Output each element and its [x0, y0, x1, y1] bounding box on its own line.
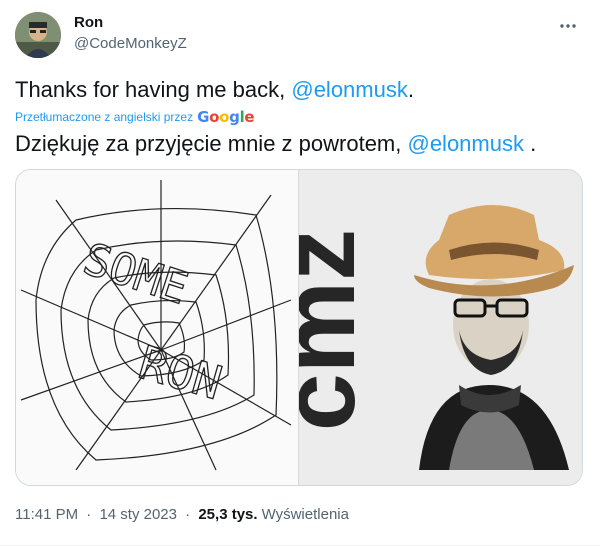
tweet-date[interactable]: 14 sty 2023 [99, 506, 177, 523]
spider-web-image[interactable]: SOME RON [16, 170, 298, 485]
tweet-time[interactable]: 11:41 PM [15, 506, 78, 523]
media-container[interactable]: SOME RON cmz [15, 169, 583, 486]
avatar[interactable] [15, 12, 61, 58]
spider-web-drawing: SOME RON [20, 180, 292, 471]
more-options-icon [560, 24, 576, 28]
user-handle[interactable]: @CodeMonkeyZ [74, 34, 187, 54]
svg-text:RON: RON [133, 335, 228, 410]
divider [0, 545, 600, 546]
author-block: Ron @CodeMonkeyZ [74, 14, 187, 54]
tweet-text-suffix: . [407, 77, 414, 102]
translated-text: Dziękuję za przyjęcie mnie z powrotem, @… [15, 130, 536, 158]
svg-text:cmz: cmz [299, 229, 377, 431]
translation-prefix: Dziękuję za przyjęcie mnie z powrotem, [15, 131, 408, 156]
translated-by-label: Przetłumaczone z angielski przez [15, 110, 194, 124]
svg-text:SOME: SOME [77, 234, 194, 315]
mention-link[interactable]: @elonmusk [291, 77, 408, 102]
cowboy-portrait: cmz [261, 170, 582, 485]
display-name[interactable]: Ron [74, 14, 187, 32]
tweet-text-prefix: Thanks for having me back, [15, 77, 292, 102]
more-options-button[interactable] [556, 14, 580, 38]
meta-separator: · [86, 506, 92, 523]
views-count: 25,3 tys. [198, 506, 258, 523]
cmz-cowboy-image[interactable]: cmz [261, 170, 582, 485]
google-logo: Google [197, 108, 255, 126]
translation-attribution[interactable]: Przetłumaczone z angielski przez Google [15, 108, 255, 126]
translation-mention-link[interactable]: @elonmusk [407, 131, 524, 156]
tweet-metadata: 11:41 PM · 14 sty 2023 · 25,3 tys. Wyświe… [15, 506, 349, 523]
tweet-text: Thanks for having me back, @elonmusk. [15, 76, 414, 104]
translation-suffix: . [523, 131, 537, 156]
tweet: Ron @CodeMonkeyZ Thanks for having me ba… [0, 0, 600, 547]
views-label[interactable]: Wyświetlenia [262, 506, 349, 523]
meta-separator-2: · [185, 506, 191, 523]
avatar-image [15, 12, 61, 58]
